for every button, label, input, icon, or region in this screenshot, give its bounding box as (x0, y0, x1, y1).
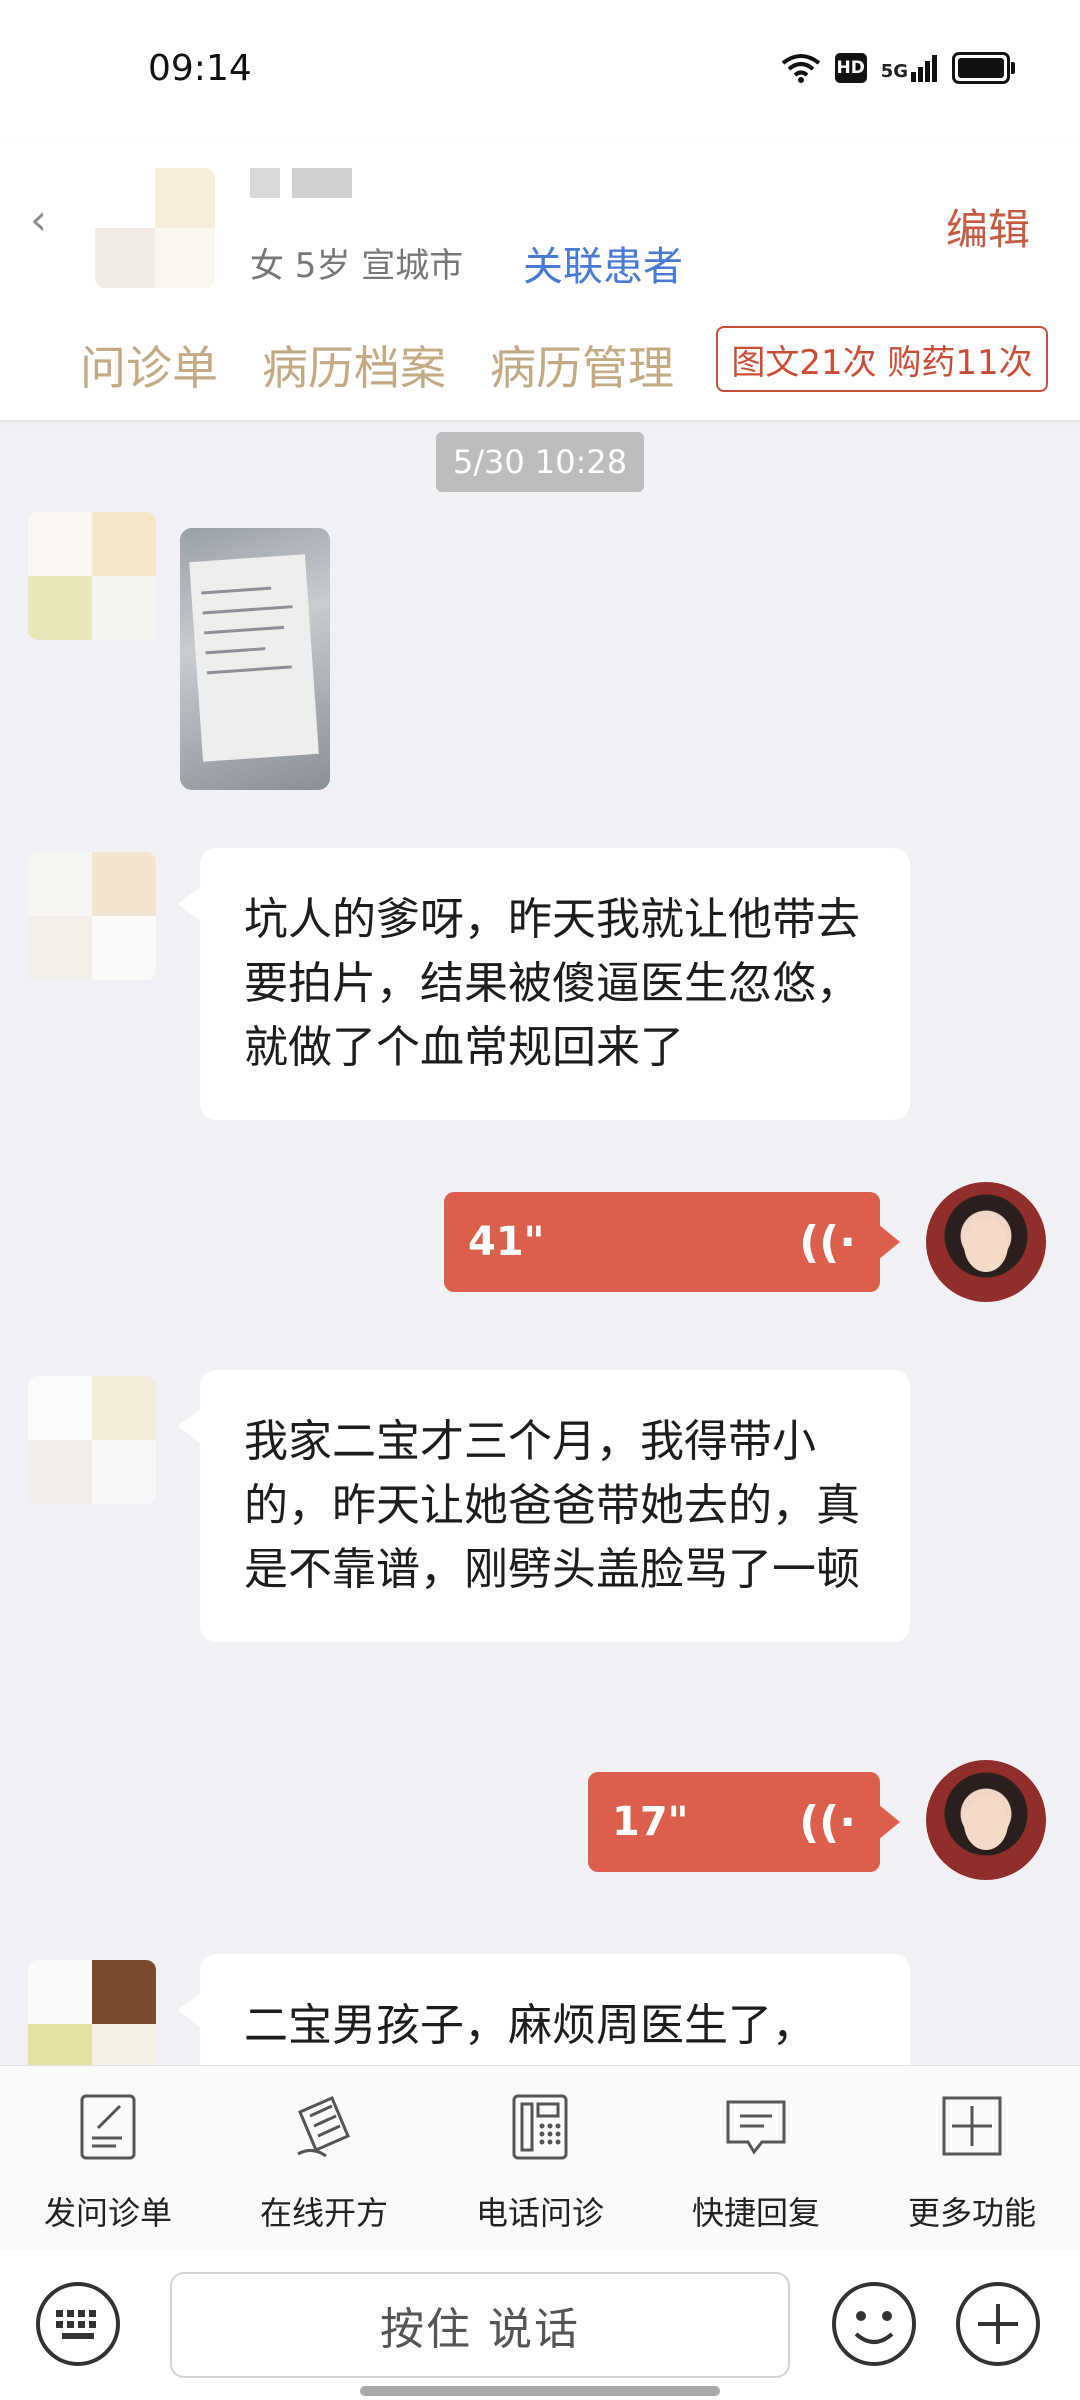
service-stats-badge[interactable]: 图文21次 购药11次 (716, 326, 1048, 392)
patient-name-blurred (250, 168, 352, 198)
chat-header: ‹ 女 5岁 宣城市 关联患者 编辑 问诊单 病历档案 病历管理 图文21次 购… (0, 140, 1080, 420)
hold-to-talk-button[interactable]: 按住 说话 (170, 2272, 790, 2378)
header-tabs: 问诊单 病历档案 病历管理 (80, 332, 674, 398)
message-icon (726, 2100, 786, 2155)
battery-icon (952, 52, 1015, 84)
doctor-avatar[interactable] (926, 1760, 1046, 1880)
hd-icon: HD (834, 53, 867, 83)
text-message[interactable]: 我家二宝才三个月，我得带小的，昨天让她爸爸带她去的，真是不靠谱，刚劈头盖脸骂了一… (178, 1370, 910, 1642)
send-consult-form-button[interactable]: 发问诊单 (0, 2066, 216, 2251)
phone-icon (512, 2094, 568, 2160)
link-patient-button[interactable]: 关联患者 (523, 234, 683, 292)
voice-message[interactable]: 17" ((· (588, 1772, 900, 1872)
message-timestamp: 5/30 10:28 (436, 432, 644, 492)
document-photo (189, 554, 319, 762)
voice-wave-icon: ((· (799, 1216, 856, 1268)
chat-area[interactable]: 5/30 10:28 坑人的爹呀，昨天我就让他带去要拍片，结果被傻逼医生忽悠，就… (0, 420, 1080, 2065)
tab-record-management[interactable]: 病历管理 (490, 332, 674, 398)
add-icon[interactable] (954, 2280, 1042, 2368)
patient-avatar[interactable] (28, 852, 156, 980)
quick-reply-button[interactable]: 快捷回复 (648, 2066, 864, 2251)
text-message[interactable]: 坑人的爹呀，昨天我就让他带去要拍片，结果被傻逼医生忽悠，就做了个血常规回来了 (178, 848, 910, 1120)
voice-duration: 41" (468, 1219, 545, 1265)
form-icon (80, 2094, 136, 2160)
doctor-avatar[interactable] (926, 1182, 1046, 1302)
patient-info: 女 5岁 宣城市 (250, 246, 464, 286)
more-functions-button[interactable]: 更多功能 (864, 2066, 1080, 2251)
function-toolbar: 发问诊单 在线开方 电话问诊 快捷回复 更多功能 (0, 2065, 1080, 2252)
emoji-icon[interactable] (830, 2280, 918, 2368)
text-message[interactable]: 二宝男孩子，麻烦周医生了， (178, 1954, 910, 2065)
plus-square-icon (942, 2096, 1002, 2156)
edit-button[interactable]: 编辑 (946, 196, 1030, 257)
online-prescription-button[interactable]: 在线开方 (216, 2066, 432, 2251)
tab-consult-form[interactable]: 问诊单 (80, 332, 218, 398)
toolbar-label: 更多功能 (907, 2194, 1036, 2232)
keyboard-icon[interactable] (34, 2280, 122, 2368)
patient-avatar[interactable] (28, 512, 156, 640)
phone-consult-button[interactable]: 电话问诊 (432, 2066, 648, 2251)
status-icons: HD 5G (781, 52, 1015, 84)
toolbar-label: 快捷回复 (691, 2194, 820, 2232)
wifi-icon (781, 54, 820, 83)
tab-medical-archive[interactable]: 病历档案 (262, 332, 446, 398)
patient-avatar[interactable] (28, 1960, 156, 2065)
signal-icon: 5G (881, 54, 938, 82)
input-bar: 按住 说话 (0, 2250, 1080, 2400)
status-bar: 09:14 HD 5G (0, 0, 1080, 140)
image-message[interactable] (180, 528, 330, 790)
toolbar-label: 电话问诊 (475, 2194, 604, 2232)
voice-duration: 17" (612, 1799, 689, 1845)
network-type: 5G (880, 61, 908, 82)
clock: 09:14 (148, 48, 252, 89)
prescription-icon (297, 2096, 350, 2158)
back-icon[interactable]: ‹ (30, 195, 47, 244)
voice-message[interactable]: 41" ((· (444, 1192, 900, 1292)
home-indicator[interactable] (360, 2386, 720, 2396)
patient-avatar[interactable] (28, 1376, 156, 1504)
toolbar-label: 在线开方 (259, 2194, 388, 2232)
patient-avatar[interactable] (95, 168, 215, 288)
voice-wave-icon: ((· (799, 1796, 856, 1848)
toolbar-label: 发问诊单 (43, 2194, 172, 2232)
